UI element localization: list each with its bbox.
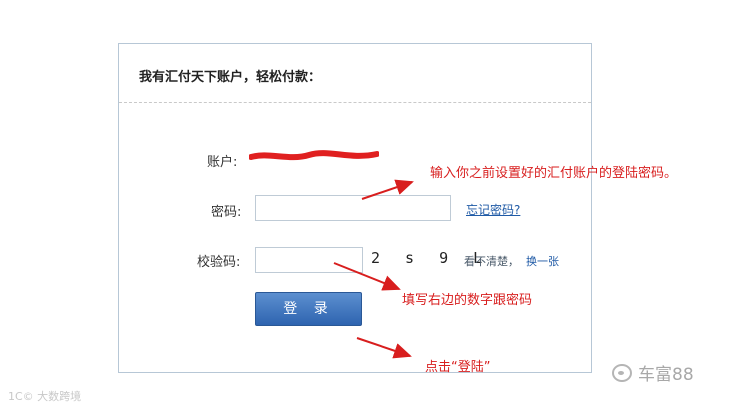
captcha-hint-arrow [333,262,401,291]
annotation-arrows [333,179,414,359]
wechat-icon [612,363,632,382]
watermark-right: 车富88 [612,360,694,385]
password-hint-arrow [361,179,414,200]
captcha-hint-annotation: 填写右边的数字跟密码 [402,293,533,308]
password-hint-annotation: 输入你之前设置好的汇付账户的登陆密码。 [430,166,678,181]
watermark-left: 1C© 大数跨境 [8,390,82,403]
login-hint-arrow [356,337,412,359]
watermark-right-text: 车富88 [638,365,694,385]
login-hint-annotation: 点击“登陆” [425,360,491,375]
